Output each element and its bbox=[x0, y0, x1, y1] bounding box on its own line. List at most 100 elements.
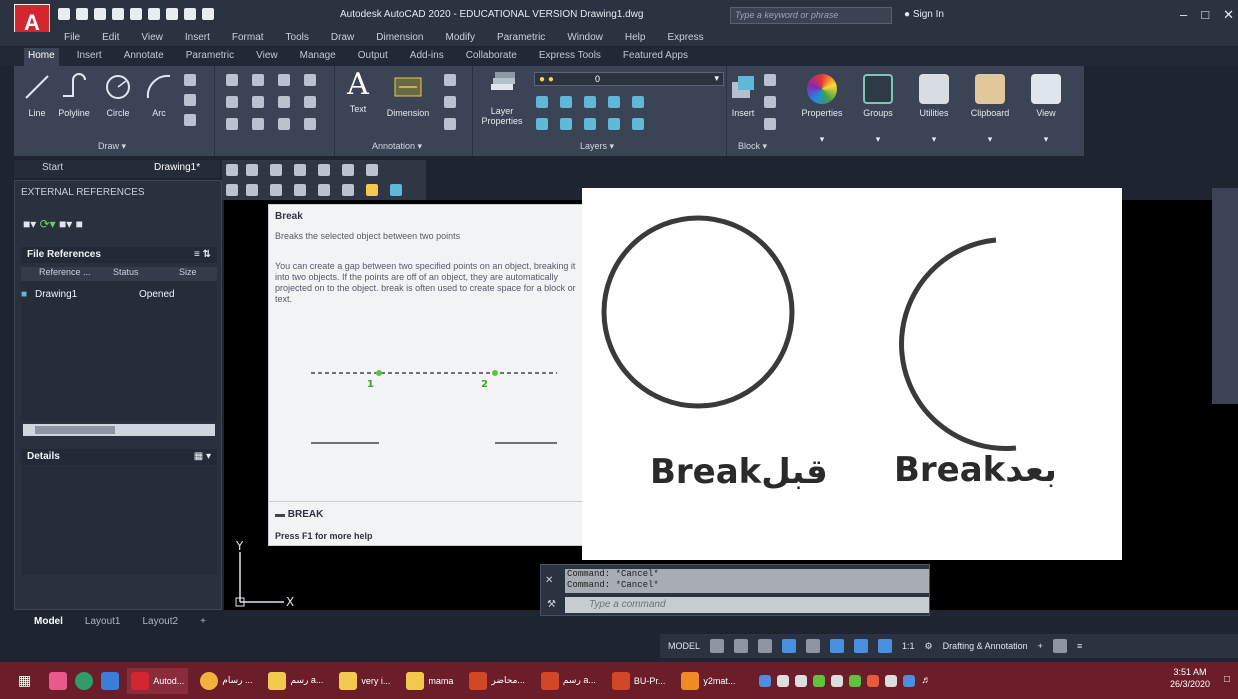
fillet-icon[interactable] bbox=[278, 96, 290, 108]
layer-tool-icon[interactable] bbox=[584, 96, 596, 108]
viewcube-strip[interactable] bbox=[1212, 188, 1238, 404]
col-status[interactable]: Status bbox=[113, 267, 179, 281]
model-space-label[interactable]: MODEL bbox=[668, 641, 700, 651]
move-icon[interactable] bbox=[226, 74, 238, 86]
layer-tool-icon[interactable] bbox=[608, 118, 620, 130]
arc-tool[interactable]: Arc bbox=[142, 72, 176, 118]
menu-parametric[interactable]: Parametric bbox=[497, 32, 545, 46]
search-input[interactable]: Type a keyword or phrase bbox=[730, 7, 892, 24]
tab-view[interactable]: View bbox=[252, 48, 282, 66]
menu-window[interactable]: Window bbox=[567, 32, 603, 46]
file-references-header[interactable]: File References ≡ ⇅ bbox=[21, 247, 217, 263]
line-tool[interactable]: Line bbox=[20, 72, 54, 118]
tool-icon[interactable] bbox=[366, 164, 378, 176]
osnap-icon[interactable] bbox=[830, 639, 845, 653]
menu-dimension[interactable]: Dimension bbox=[376, 32, 423, 46]
trim-icon[interactable] bbox=[278, 74, 290, 86]
mirror-icon[interactable] bbox=[252, 96, 264, 108]
circle-tool[interactable]: Circle bbox=[100, 72, 136, 118]
tab-drawing1[interactable]: Drawing1* bbox=[154, 162, 200, 173]
tool-icon[interactable] bbox=[318, 164, 330, 176]
menu-format[interactable]: Format bbox=[232, 32, 264, 46]
ellipse-icon[interactable] bbox=[184, 94, 196, 106]
tool-icon[interactable] bbox=[246, 164, 258, 176]
tool-icon[interactable] bbox=[342, 184, 354, 196]
layer-tool-icon[interactable] bbox=[560, 96, 572, 108]
tray-icon[interactable] bbox=[903, 674, 916, 687]
close-icon[interactable]: ✕ bbox=[1223, 7, 1234, 23]
tool-icon[interactable] bbox=[390, 184, 402, 196]
utilities-tool[interactable]: Utilities ▾ bbox=[908, 68, 960, 154]
new-file-icon[interactable] bbox=[58, 8, 70, 20]
isodraft-icon[interactable] bbox=[806, 639, 821, 653]
tray-icon[interactable] bbox=[795, 674, 808, 687]
view-tool[interactable]: View ▾ bbox=[1020, 68, 1072, 154]
attach-icon[interactable]: ■▾ bbox=[23, 217, 36, 231]
tab-annotate[interactable]: Annotate bbox=[120, 48, 168, 66]
layer-tool-icon[interactable] bbox=[560, 118, 572, 130]
minimize-icon[interactable]: – bbox=[1180, 7, 1187, 23]
scale-icon[interactable] bbox=[252, 118, 264, 130]
grid-icon[interactable] bbox=[710, 639, 725, 653]
command-input[interactable]: Type a command bbox=[565, 597, 929, 613]
layer-tool-icon[interactable] bbox=[608, 96, 620, 108]
rectangle-icon[interactable] bbox=[184, 74, 196, 86]
layer-tool-icon[interactable] bbox=[584, 118, 596, 130]
taskbar-powerpoint[interactable]: محاضر... bbox=[465, 668, 529, 694]
tab-express-tools[interactable]: Express Tools bbox=[535, 48, 605, 66]
plot-icon[interactable] bbox=[130, 8, 142, 20]
refresh-icon[interactable]: ⟳▾ bbox=[40, 217, 56, 231]
properties-tool[interactable]: Properties ▾ bbox=[796, 68, 848, 154]
tray-icon[interactable] bbox=[759, 674, 772, 687]
layer-tool-icon[interactable] bbox=[632, 96, 644, 108]
sign-in-button[interactable]: ● Sign In bbox=[904, 9, 944, 20]
menu-insert[interactable]: Insert bbox=[185, 32, 210, 46]
snap-icon[interactable] bbox=[734, 639, 749, 653]
erase-icon[interactable] bbox=[304, 74, 316, 86]
customization-icon[interactable]: ≡ bbox=[1077, 641, 1082, 651]
polyline-tool[interactable]: Polyline bbox=[54, 72, 94, 118]
help-icon[interactable]: ■ bbox=[76, 217, 83, 231]
tool-icon[interactable] bbox=[226, 184, 238, 196]
block-attribute-icon[interactable] bbox=[764, 118, 776, 130]
volume-icon[interactable]: ♬ bbox=[921, 675, 931, 687]
menu-tools[interactable]: Tools bbox=[286, 32, 309, 46]
layer-tool-icon[interactable] bbox=[536, 118, 548, 130]
menu-help[interactable]: Help bbox=[625, 32, 646, 46]
taskbar-folder[interactable]: رسم a... bbox=[264, 668, 327, 694]
rotate-icon[interactable] bbox=[252, 74, 264, 86]
text-tool[interactable]: A Text bbox=[340, 70, 376, 115]
redo-icon[interactable] bbox=[202, 8, 214, 20]
taskbar-chrome[interactable]: رسام ... bbox=[196, 668, 256, 694]
undo-icon[interactable] bbox=[184, 8, 196, 20]
leader-icon[interactable] bbox=[444, 96, 456, 108]
taskbar-powerpoint[interactable]: رسم a... bbox=[537, 668, 600, 694]
tab-manage[interactable]: Manage bbox=[296, 48, 340, 66]
offset-icon[interactable] bbox=[304, 118, 316, 130]
wrench-icon[interactable]: ⚒ bbox=[547, 599, 556, 610]
clean-screen-icon[interactable] bbox=[1052, 639, 1067, 653]
col-size[interactable]: Size bbox=[179, 267, 217, 281]
tool-icon[interactable] bbox=[294, 184, 306, 196]
globe-icon[interactable] bbox=[166, 8, 178, 20]
layer-tool-icon[interactable] bbox=[632, 118, 644, 130]
table-row[interactable]: ■ Drawing1 Opened bbox=[21, 289, 217, 303]
tool-icon[interactable] bbox=[342, 164, 354, 176]
col-reference[interactable]: Reference ... bbox=[21, 267, 113, 281]
annotation-scale[interactable]: 1:1 bbox=[902, 641, 915, 651]
layer-tool-icon[interactable] bbox=[536, 96, 548, 108]
layer-properties-tool[interactable]: Layer Properties bbox=[476, 70, 528, 126]
polar-icon[interactable] bbox=[782, 639, 797, 653]
save-as-icon[interactable] bbox=[112, 8, 124, 20]
tool-icon[interactable] bbox=[226, 164, 238, 176]
edge-icon[interactable] bbox=[101, 671, 120, 690]
notification-icon[interactable]: □ bbox=[1224, 674, 1230, 685]
layers-panel-title[interactable]: Layers ▾ bbox=[580, 141, 614, 152]
tab-parametric[interactable]: Parametric bbox=[182, 48, 238, 66]
tab-home[interactable]: Home bbox=[24, 48, 59, 66]
groups-tool[interactable]: Groups ▾ bbox=[852, 68, 904, 154]
explode-icon[interactable] bbox=[304, 96, 316, 108]
tab-layout1[interactable]: Layout1 bbox=[85, 616, 121, 632]
plus-icon[interactable]: + bbox=[1038, 641, 1043, 651]
tray-icon[interactable] bbox=[867, 674, 880, 687]
